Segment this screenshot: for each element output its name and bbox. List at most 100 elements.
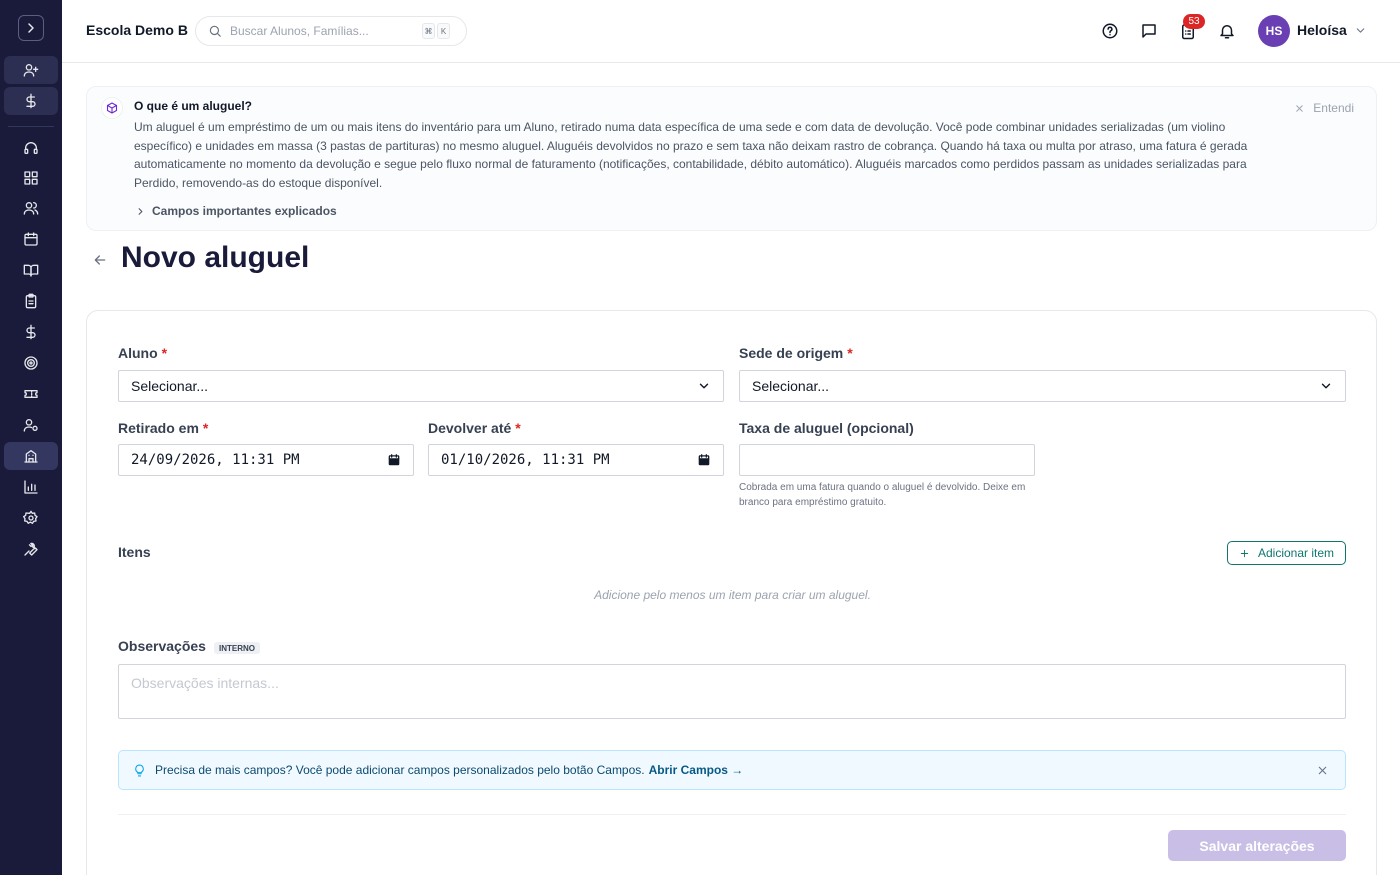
items-label: Itens: [118, 544, 151, 560]
rental-info-banner: O que é um aluguel? Um aluguel é um empr…: [86, 86, 1377, 231]
sidebar-item-tasks[interactable]: [4, 287, 58, 315]
origin-select[interactable]: Selecionar...: [739, 370, 1346, 402]
sidebar-item-billing-quick[interactable]: [4, 87, 58, 115]
sidebar-item-add-student[interactable]: [4, 56, 58, 84]
checkout-datetime-input[interactable]: 24/09/2026, 11:31 PM: [118, 444, 414, 476]
ticket-icon: [24, 390, 38, 398]
user-plus-icon: [23, 63, 39, 77]
page-title: Novo aluguel: [121, 241, 310, 274]
sidebar-item-reports[interactable]: [4, 473, 58, 501]
close-icon: [1318, 766, 1327, 775]
clipboard-icon: [25, 293, 37, 309]
return-datetime-input[interactable]: 01/10/2026, 11:31 PM: [428, 444, 724, 476]
return-value: 01/10/2026, 11:31 PM: [441, 452, 610, 468]
global-search[interactable]: ⌘ K: [195, 16, 467, 46]
plus-icon: [1240, 549, 1249, 557]
notes-textarea[interactable]: [118, 664, 1346, 719]
chevron-right-icon: [28, 23, 34, 33]
sidebar-item-dashboard[interactable]: [4, 164, 58, 192]
checkout-value: 24/09/2026, 11:31 PM: [131, 452, 300, 468]
package-icon: [101, 97, 123, 119]
sidebar-item-inventory[interactable]: [4, 442, 58, 470]
sidebar-item-library[interactable]: [4, 256, 58, 284]
info-title: O que é um aluguel?: [134, 99, 253, 113]
sidebar-item-goals[interactable]: [4, 349, 58, 377]
dismiss-label: Entendi: [1313, 101, 1354, 115]
book-open-icon: [23, 264, 39, 277]
chevron-down-icon: [1321, 383, 1331, 389]
users-icon: [23, 202, 39, 215]
add-item-button[interactable]: Adicionar item: [1227, 541, 1346, 565]
tasks-count-badge: 53: [1183, 14, 1205, 29]
top-header: Escola Demo B ⌘ K 53 HS Heloísa: [62, 0, 1400, 63]
user-avatar[interactable]: HS: [1258, 15, 1290, 47]
origin-label: Sede de origem *: [739, 345, 853, 361]
sidebar-item-people[interactable]: [4, 194, 58, 222]
fee-label: Taxa de aluguel (opcional): [739, 420, 914, 436]
sidebar-item-tools[interactable]: [4, 535, 58, 563]
search-input[interactable]: [230, 24, 420, 38]
chevron-down-icon: [699, 383, 709, 389]
notifications-button[interactable]: [1216, 20, 1238, 42]
user-name[interactable]: Heloísa: [1297, 22, 1347, 38]
info-body: Um aluguel é um empréstimo de um ou mais…: [134, 120, 1248, 190]
chevron-right-icon: [138, 207, 143, 215]
student-label: Aluno *: [118, 345, 168, 361]
help-circle-icon: [1102, 23, 1118, 39]
sidebar-item-calendar[interactable]: [4, 225, 58, 253]
notes-label: Observações: [118, 638, 206, 654]
calendar-icon[interactable]: [697, 453, 711, 467]
arrow-left-icon: [94, 255, 106, 265]
sidebar-item-settings[interactable]: [4, 504, 58, 532]
sidebar-item-support[interactable]: [4, 134, 58, 162]
calendar-icon: [24, 232, 38, 246]
calendar-icon[interactable]: [387, 453, 401, 467]
school-name: Escola Demo B: [86, 22, 188, 38]
form-divider: [118, 814, 1346, 815]
close-tip-button[interactable]: [1316, 764, 1329, 780]
fee-help-text: Cobrada em uma fatura quando o aluguel é…: [739, 482, 1026, 508]
save-button[interactable]: Salvar alterações: [1168, 830, 1346, 861]
close-icon: [1296, 104, 1304, 112]
bar-chart-icon: [24, 480, 38, 494]
help-button[interactable]: [1099, 20, 1121, 42]
user-cog-icon: [23, 419, 38, 432]
dollar-icon: [26, 324, 36, 340]
important-fields-label: Campos importantes explicados: [152, 204, 337, 218]
lightbulb-icon: [135, 764, 144, 776]
chevron-down-icon: [1356, 28, 1365, 33]
user-menu-toggle[interactable]: [1354, 24, 1367, 42]
rental-form-card: Aluno * Selecionar... Sede de origem * Sel…: [86, 310, 1377, 875]
origin-select-value: Selecionar...: [752, 378, 830, 394]
gear-icon: [23, 510, 38, 524]
important-fields-toggle[interactable]: Campos importantes explicados: [135, 204, 337, 218]
messages-button[interactable]: [1138, 20, 1160, 42]
sidebar-item-staff-settings[interactable]: [4, 411, 58, 439]
dollar-icon: [26, 93, 36, 109]
back-button[interactable]: [92, 252, 108, 273]
shortcut-key-k: K: [437, 23, 450, 39]
sidebar-expand-button[interactable]: [18, 15, 44, 41]
dismiss-info-button[interactable]: Entendi: [1294, 101, 1354, 115]
return-label: Devolver até *: [428, 420, 521, 436]
tip-text: Precisa de mais campos? Você pode adicio…: [155, 763, 645, 777]
search-icon: [209, 25, 221, 37]
checkout-label: Retirado em *: [118, 420, 209, 436]
headset-icon: [24, 142, 38, 154]
items-empty-state: Adicione pelo menos um item para criar u…: [594, 588, 871, 602]
sidebar-item-tickets[interactable]: [4, 380, 58, 408]
shortcut-key-cmd: ⌘: [422, 23, 435, 39]
sidebar: [0, 0, 62, 875]
open-fields-link[interactable]: Abrir Campos →: [649, 763, 744, 777]
sidebar-divider: [8, 126, 54, 127]
bell-icon: [1220, 25, 1234, 39]
student-select-value: Selecionar...: [131, 378, 209, 394]
building-icon: [24, 450, 38, 463]
message-square-icon: [1142, 24, 1156, 38]
internal-tag: INTERNO: [214, 642, 260, 654]
add-item-label: Adicionar item: [1257, 546, 1335, 560]
student-select[interactable]: Selecionar...: [118, 370, 724, 402]
fee-input[interactable]: [739, 444, 1035, 476]
sidebar-item-finance[interactable]: [4, 318, 58, 346]
wrench-icon: [24, 542, 38, 556]
